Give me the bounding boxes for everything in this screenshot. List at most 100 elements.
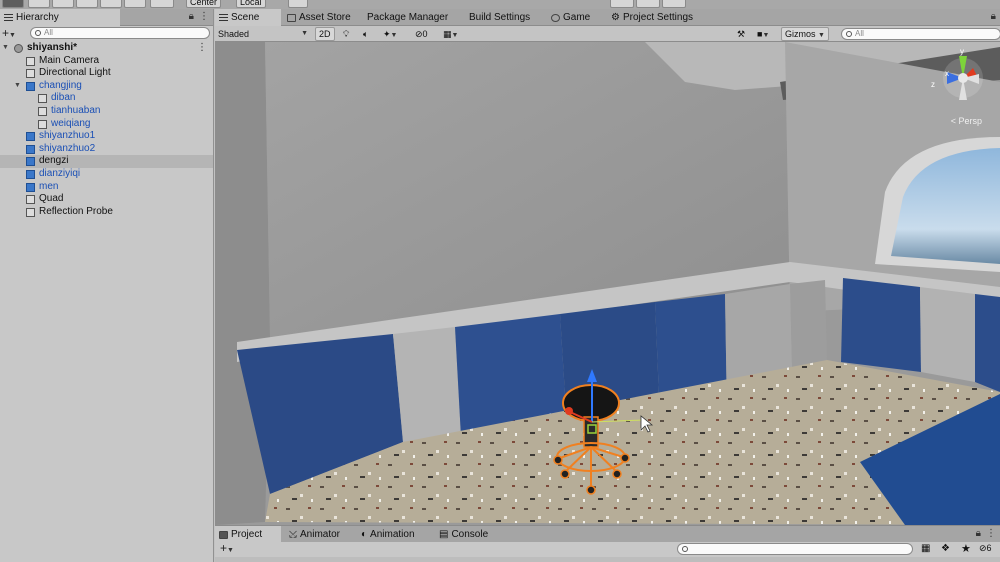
hierarchy-item[interactable]: shiyanzhuo1 xyxy=(0,130,213,143)
filter-label-icon[interactable]: ❖ xyxy=(941,543,950,554)
lock-icon[interactable]: 🔒︎ xyxy=(976,528,981,539)
tab-scene[interactable]: Scene xyxy=(215,9,281,26)
hierarchy-item[interactable]: ▼ shiyanshi* ⋮ xyxy=(0,42,213,55)
search-icon xyxy=(846,31,852,37)
hierarchy-item[interactable]: men xyxy=(0,181,213,194)
persp-text: Persp xyxy=(958,116,982,126)
tab-label: Build Settings xyxy=(469,12,531,23)
scale-tool-button[interactable] xyxy=(76,0,98,8)
toggle-2d-button[interactable]: 2D xyxy=(315,27,335,41)
hierarchy-item[interactable]: diban xyxy=(0,92,213,105)
tab-hierarchy[interactable]: Hierarchy xyxy=(0,9,120,26)
tab-label: Scene xyxy=(231,12,260,23)
chevron-down-icon: ▼ xyxy=(390,32,398,39)
hierarchy-item-label: Directional Light xyxy=(39,67,111,79)
panel-menu-icon[interactable]: ⋮ xyxy=(199,11,209,22)
hierarchy-item[interactable]: Directional Light xyxy=(0,67,213,80)
lock-icon[interactable]: 🔒︎ xyxy=(189,11,194,22)
hierarchy-item[interactable]: ▼ changjing xyxy=(0,80,213,93)
scene-search-input[interactable]: All xyxy=(841,28,1000,40)
filter-type-icon[interactable]: ▦ xyxy=(921,543,930,554)
lock-icon[interactable]: 🔒︎ xyxy=(991,11,996,22)
pivot-center-button[interactable]: Center xyxy=(186,0,222,8)
project-search-input[interactable] xyxy=(677,543,913,555)
prefab-cube-icon xyxy=(26,81,35,91)
hierarchy-item[interactable]: dianziyiqi xyxy=(0,168,213,181)
rect-tool-button[interactable] xyxy=(100,0,122,8)
rotate-tool-button[interactable] xyxy=(52,0,74,8)
audio-toggle-icon[interactable]: 🔈︎ xyxy=(363,27,368,41)
step-button[interactable] xyxy=(662,0,686,8)
animator-icon: ⤩ xyxy=(289,529,297,540)
camera-settings-icon[interactable]: ■▼ xyxy=(757,27,769,41)
gameobject-cube-icon xyxy=(26,56,35,66)
scene-viewport[interactable]: y z x < Persp xyxy=(215,42,1000,525)
pause-button[interactable] xyxy=(636,0,660,8)
shading-mode-value: Shaded xyxy=(218,29,250,39)
prefab-cube-icon xyxy=(26,169,35,179)
tab-label: Animator xyxy=(300,529,341,540)
transform-tool-button[interactable] xyxy=(124,0,146,8)
hierarchy-item-label: men xyxy=(39,180,59,192)
grid-toggle-icon[interactable]: ▦▼ xyxy=(443,27,458,41)
tab-label: Console xyxy=(451,529,489,540)
tab-build-settings[interactable]: Build Settings xyxy=(465,9,530,26)
tab-game[interactable]: Game xyxy=(547,9,590,26)
pivot-local-button[interactable]: Local xyxy=(236,0,266,8)
hierarchy-item-label: diban xyxy=(51,92,76,104)
prefab-cube-icon xyxy=(26,144,35,154)
hierarchy-item[interactable]: Main Camera xyxy=(0,55,213,68)
tab-package-manager[interactable]: Package Manager xyxy=(363,9,448,26)
axis-x-label: x xyxy=(945,69,949,78)
prefab-cube-icon xyxy=(26,182,35,192)
expand-arrow-icon[interactable]: ▼ xyxy=(14,80,21,93)
hierarchy-item[interactable]: dengzi xyxy=(0,155,213,168)
tab-animation[interactable]: ◐ Animation xyxy=(357,526,415,543)
scene-render: y z x xyxy=(215,42,1000,525)
search-icon xyxy=(682,546,688,552)
play-button[interactable] xyxy=(610,0,634,8)
hierarchy-search-input[interactable]: All xyxy=(30,27,210,39)
hierarchy-item[interactable]: Quad xyxy=(0,193,213,206)
tab-project-settings[interactable]: ⚙ Project Settings xyxy=(607,9,693,26)
collab-button[interactable] xyxy=(288,0,308,8)
hidden-objects-toggle[interactable]: ⊘0 xyxy=(415,27,428,41)
custom-tool-button[interactable] xyxy=(150,0,174,8)
search-icon xyxy=(35,30,41,36)
tab-animator[interactable]: ⤩ Animator xyxy=(285,526,340,543)
hierarchy-search-placeholder: All xyxy=(44,28,53,37)
project-create-button[interactable]: +▼ xyxy=(220,542,234,557)
store-icon xyxy=(287,13,296,22)
effects-toggle-icon[interactable]: ✦▼ xyxy=(383,27,397,41)
hierarchy-item[interactable]: tianhuaban xyxy=(0,105,213,118)
hierarchy-item[interactable]: shiyanzhuo2 xyxy=(0,143,213,156)
hierarchy-search-row: +▼ All xyxy=(0,26,213,41)
tab-console[interactable]: ▤ Console xyxy=(435,526,488,543)
tools-icon[interactable]: ⚒ xyxy=(737,27,745,41)
hierarchy-item-label: shiyanshi* xyxy=(27,42,78,53)
expand-arrow-icon[interactable]: ▼ xyxy=(2,42,9,55)
hierarchy-item[interactable]: weiqiang xyxy=(0,118,213,131)
chevron-down-icon: ▼ xyxy=(818,32,825,39)
create-button[interactable]: +▼ xyxy=(2,27,16,42)
tab-asset-store[interactable]: Asset Store xyxy=(283,9,351,26)
hand-tool-button[interactable] xyxy=(2,0,24,8)
projection-label[interactable]: < Persp xyxy=(951,116,982,126)
project-content-peek xyxy=(215,557,1000,562)
scene-menu-icon[interactable]: ⋮ xyxy=(197,42,207,55)
list-icon xyxy=(4,13,13,22)
lighting-toggle-icon[interactable]: 💡︎ xyxy=(343,27,349,41)
hidden-packages-toggle[interactable]: ⊘6 xyxy=(979,543,992,554)
scene-icon xyxy=(219,13,228,22)
panel-menu-icon[interactable]: ⋮ xyxy=(986,528,996,539)
favorite-star-icon[interactable]: ★ xyxy=(961,542,971,555)
move-tool-button[interactable] xyxy=(28,0,50,8)
shading-mode-dropdown[interactable]: Shaded ▼ xyxy=(218,27,310,41)
hierarchy-item[interactable]: Reflection Probe xyxy=(0,206,213,219)
prefab-cube-icon xyxy=(26,157,35,167)
gizmos-dropdown[interactable]: Gizmos ▼ xyxy=(781,27,829,41)
tab-label: Asset Store xyxy=(299,12,351,23)
scene-control-bar: Shaded ▼ 2D 💡︎ 🔈︎ ✦▼ ⊘0 ▦▼ ⚒ ■▼ Gizmos ▼… xyxy=(215,26,1000,42)
hierarchy-item-label: weiqiang xyxy=(51,117,91,129)
gameobject-cube-icon xyxy=(38,119,47,129)
